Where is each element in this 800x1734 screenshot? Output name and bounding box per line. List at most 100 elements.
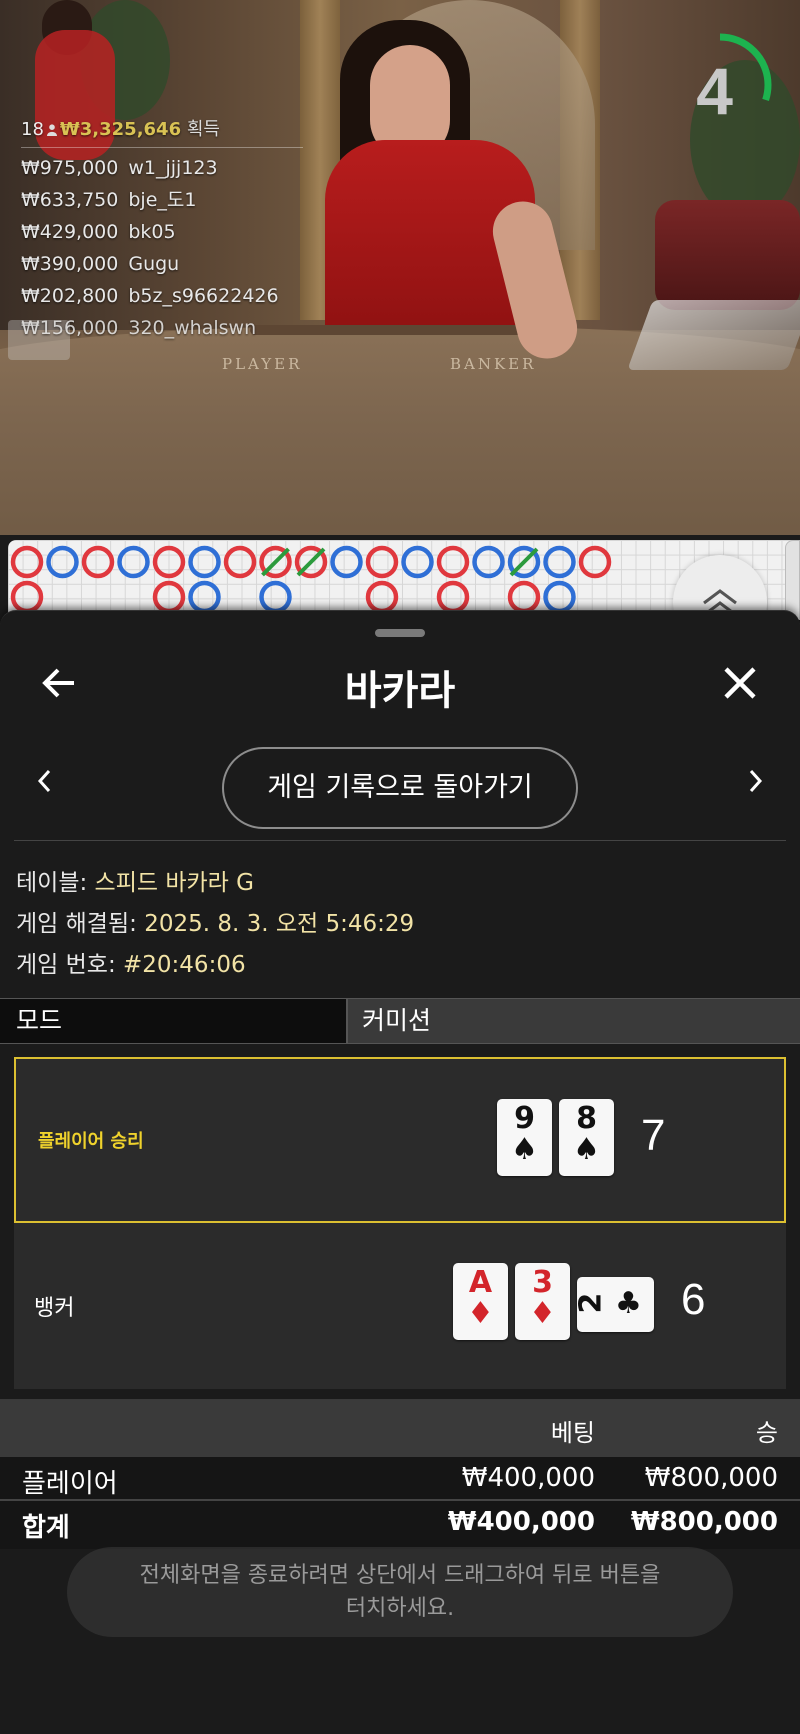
playing-card: A ♦ [453,1263,508,1340]
club-icon: ♣ [615,1286,642,1321]
winners-leaderboard: 18 ₩3,325,646 획득 ₩975,000 w1_jjj123 ₩633,7… [21,115,303,344]
card-rank: 8 [576,1101,597,1136]
arrow-left-icon [42,668,74,698]
winner-row: ₩156,000 320_whalswn [21,312,303,344]
winners-count: 18 [21,119,44,140]
card-rank: 3 [532,1265,553,1300]
info-table-label: 테이블: [16,870,88,896]
tab-mode[interactable]: 모드 [0,999,348,1043]
close-button[interactable] [718,661,762,705]
fullscreen-exit-toast: 전체화면을 종료하려면 상단에서 드래그하여 뒤로 버튼을 터치하세요. [67,1547,733,1637]
back-button[interactable] [38,661,82,705]
bead-mark [10,545,44,579]
bead-mark [543,580,576,614]
winner-row: ₩975,000 w1_jjj123 [21,152,303,184]
bet-name: 플레이어 [22,1469,118,1499]
winner-user: bje_도1 [128,189,197,211]
game-history-sheet: 바카라 게임 기록으로 돌아가기 테이블: 스피드 바카라 G 게임 해결됨: … [0,610,800,1734]
diamond-icon: ♦ [529,1296,556,1331]
bead-mark [472,545,505,579]
sheet-drag-handle[interactable] [375,629,425,637]
bead-mark [507,580,541,614]
back-to-history-button[interactable]: 게임 기록으로 돌아가기 [222,747,578,829]
info-table-value: 스피드 바카라 G [94,870,254,896]
next-game-button[interactable] [740,766,770,796]
card-shoe [627,300,800,370]
bead-mark [10,580,44,614]
card-rank: 2 [573,1292,609,1314]
info-resolved-value: 2025. 8. 3. 오전 5:46:29 [144,911,415,937]
winner-user: bk05 [128,221,176,243]
bead-mark [152,545,186,579]
spade-icon: ♠ [511,1132,538,1167]
winner-user: w1_jjj123 [128,157,218,179]
bead-mark [223,545,257,579]
round-result: 플레이어 승리 9 ♠ 8 ♠ 7 뱅커 A ♦ 3 ♦ 2 ♣ 6 [14,1057,786,1389]
bead-mark [81,545,115,579]
bead-mark [188,580,221,614]
player-hand-row: 플레이어 승리 9 ♠ 8 ♠ 7 [14,1057,786,1223]
sheet-title: 바카라 [344,668,456,714]
winner-row: ₩202,800 b5z_s96622426 [21,280,303,312]
sofa [655,200,800,310]
info-resolved: 게임 해결됨: 2025. 8. 3. 오전 5:46:29 [16,904,414,938]
total-row: 합계 ₩400,000 ₩800,000 [0,1501,800,1549]
winner-user: 320_whalswn [128,317,257,339]
live-video-feed: PLAYER BANKER 18 ₩3,325,646 획득 ₩975,000 w1… [0,0,800,535]
card-rank: 9 [514,1101,535,1136]
winners-total: ₩3,325,646 [59,119,182,140]
playing-card: 8 ♠ [559,1099,614,1176]
bet-table-header: 베팅 승 [0,1399,800,1457]
roadmap-side-panel[interactable] [785,540,800,620]
playing-card: 3 ♦ [515,1263,570,1340]
person-icon [46,124,57,136]
bead-mark [401,545,434,579]
playing-card-sideways: 2 ♣ [573,1277,654,1332]
header-bet: 베팅 [550,1419,595,1447]
info-table: 테이블: 스피드 바카라 G [16,863,254,897]
bet-summary-table: 베팅 승 플레이어 ₩400,000 ₩800,000 합계 ₩400,000 … [0,1399,800,1549]
winners-suffix: 획득 [186,119,220,140]
info-number-value: #20:46:06 [123,952,246,978]
bead-mark [46,545,79,579]
playing-card: 9 ♠ [497,1099,552,1176]
winner-user: b5z_s96622426 [128,285,279,307]
bead-mark [436,545,470,579]
diamond-icon: ♦ [467,1296,494,1331]
bead-mark [330,545,363,579]
chevron-right-icon [749,769,763,793]
divider [14,840,786,841]
total-win: ₩800,000 [630,1507,778,1537]
winner-amount: ₩156,000 [21,317,119,339]
bead-mark [188,545,221,579]
bead-mark [365,545,399,579]
winner-row: ₩429,000 bk05 [21,216,303,248]
banker-hand-row: 뱅커 A ♦ 3 ♦ 2 ♣ 6 [14,1223,786,1389]
bead-mark [543,545,576,579]
header-win: 승 [755,1419,778,1447]
winners-header: 18 ₩3,325,646 획득 [21,115,303,148]
card-rank: A [468,1265,493,1300]
bead-mark [259,580,292,614]
mode-tabs: 모드 커미션 [0,998,800,1044]
previous-game-button[interactable] [30,766,60,796]
info-number-label: 게임 번호: [16,952,116,978]
winner-row: ₩390,000 Gugu [21,248,303,280]
total-bet: ₩400,000 [447,1507,595,1537]
bead-mark [436,580,470,614]
winner-amount: ₩429,000 [21,221,119,243]
timer-value: 4 [696,54,733,128]
info-game-number: 게임 번호: #20:46:06 [16,945,246,979]
close-icon [724,667,756,699]
winner-amount: ₩202,800 [21,285,119,307]
chevron-left-icon [37,769,51,793]
tab-commission[interactable]: 커미션 [348,999,800,1043]
bead-mark [117,545,150,579]
banker-score: 6 [681,1275,706,1324]
win-amount: ₩800,000 [644,1463,778,1493]
banker-result-label: 뱅커 [34,1296,75,1321]
winner-row: ₩633,750 bje_도1 [21,184,303,216]
table-marking-banker: BANKER [450,355,537,373]
player-result-label: 플레이어 승리 [38,1131,144,1152]
bead-mark [578,545,612,579]
